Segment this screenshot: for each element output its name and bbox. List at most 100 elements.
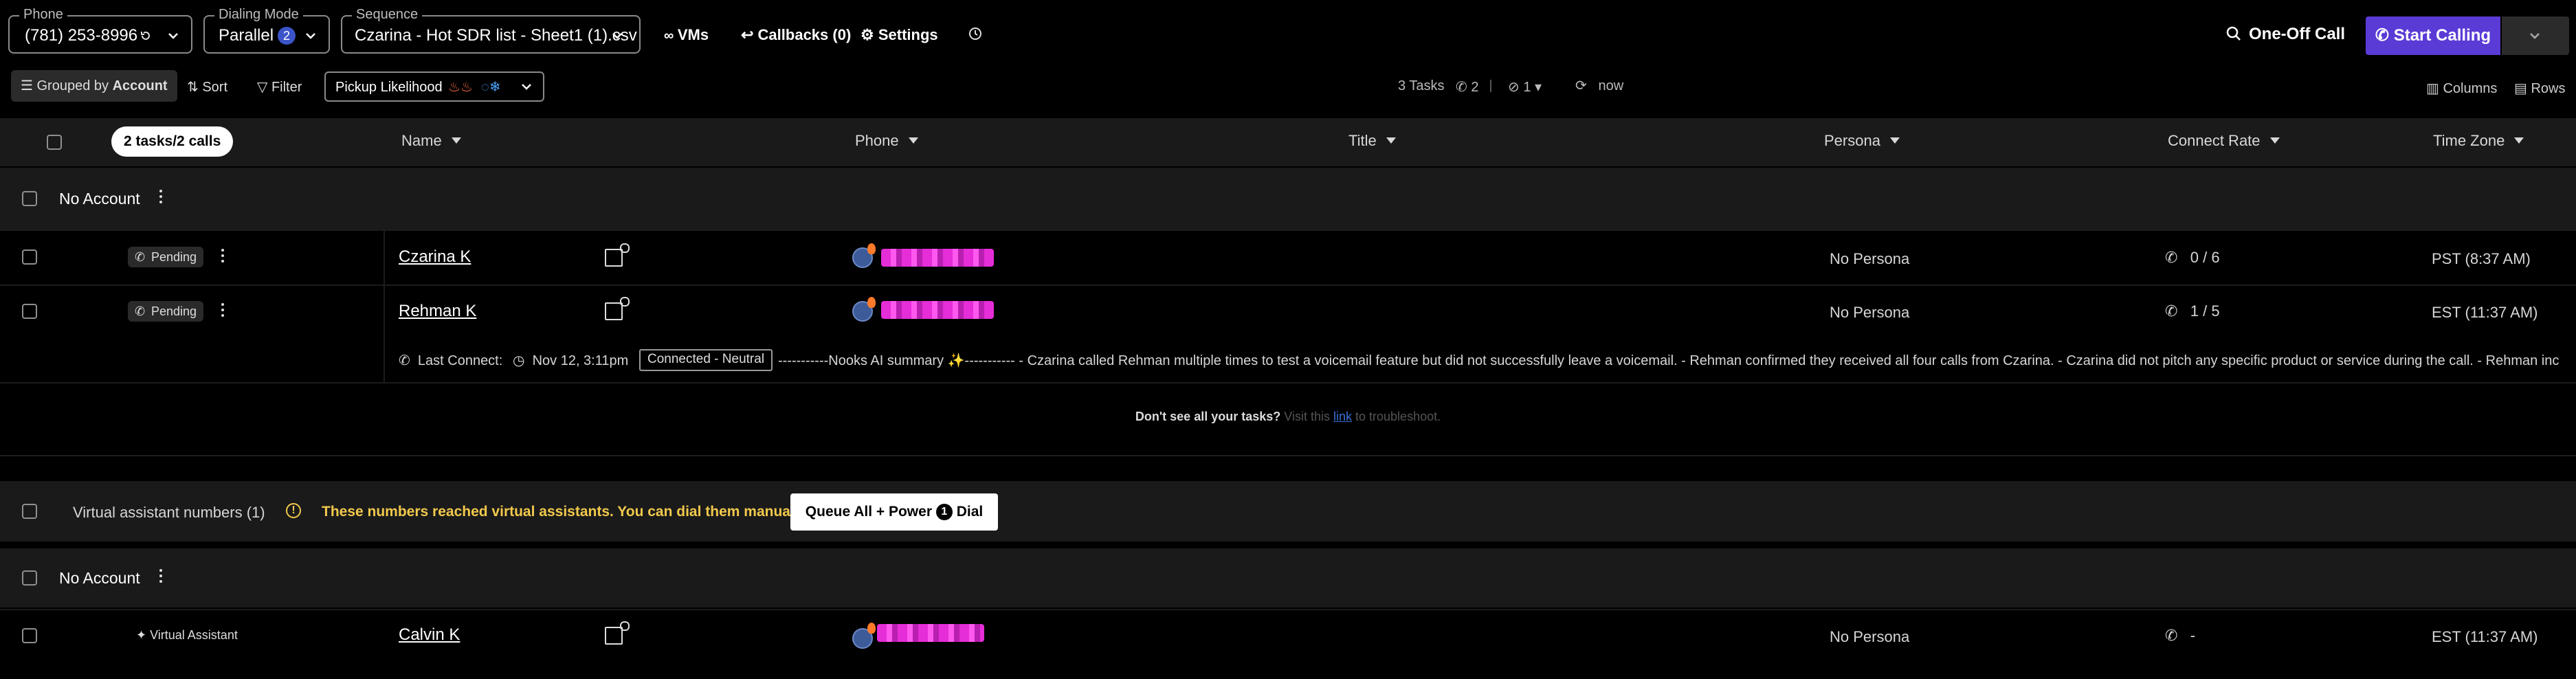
hidden-count-select[interactable]: ⊘ 1 ▾ bbox=[1508, 78, 1542, 96]
header-time-zone[interactable]: Time Zone bbox=[2433, 132, 2524, 150]
phone-number-redacted[interactable] bbox=[881, 301, 994, 319]
filter-button[interactable]: ▽ Filter bbox=[257, 78, 302, 96]
settings-icon: ⚙ bbox=[860, 26, 878, 43]
time-zone-cell: PST (8:37 AM) bbox=[2432, 250, 2531, 267]
phone-icon: ✆ bbox=[2375, 26, 2394, 45]
one-off-call-button[interactable]: One-Off Call bbox=[2225, 25, 2345, 44]
clock-icon: ◷ bbox=[513, 353, 529, 368]
row-checkbox[interactable] bbox=[22, 249, 37, 265]
group-checkbox[interactable] bbox=[22, 191, 37, 206]
phone-small-icon: ✆ bbox=[1456, 80, 1472, 95]
divider bbox=[1490, 80, 1491, 92]
fire-icon bbox=[867, 297, 876, 308]
phone-number-redacted[interactable] bbox=[881, 249, 994, 267]
sequence-select[interactable]: Sequence Czarina - Hot SDR list - Sheet1… bbox=[341, 7, 641, 54]
row-menu-icon[interactable] bbox=[221, 249, 224, 265]
group-checkbox[interactable] bbox=[22, 570, 37, 586]
header-phone[interactable]: Phone bbox=[855, 132, 918, 150]
dialing-mode-select[interactable]: Dialing Mode Parallel 2 bbox=[203, 7, 330, 54]
phone-small-icon: ✆ bbox=[2165, 249, 2182, 266]
last-connect-label: ✆ Last Connect: bbox=[399, 353, 503, 368]
list-icon: ☰ bbox=[21, 78, 37, 93]
row-checkbox[interactable] bbox=[22, 304, 37, 319]
tasks-count: 3 Tasks bbox=[1398, 78, 1445, 93]
phone-small-icon: ✆ bbox=[2165, 627, 2182, 644]
select-all-checkbox[interactable] bbox=[47, 135, 62, 150]
header-name[interactable]: Name bbox=[401, 132, 461, 150]
header-connect-rate[interactable]: Connect Rate bbox=[2168, 132, 2280, 150]
fire-icon bbox=[867, 243, 876, 254]
chevron-down-icon bbox=[612, 33, 622, 39]
va-section-checkbox[interactable] bbox=[22, 504, 37, 519]
pickup-likelihood-label: Pickup Likelihood bbox=[335, 80, 443, 95]
contact-name-link[interactable]: Calvin K bbox=[399, 625, 460, 645]
search-icon bbox=[2226, 26, 2241, 41]
phone-select[interactable]: Phone (781) 253-8996 bbox=[8, 7, 192, 54]
phone-small-icon: ✆ bbox=[135, 250, 146, 264]
fire-icon bbox=[867, 623, 876, 634]
missing-tasks-notice: Don't see all your tasks? Visit this lin… bbox=[1135, 410, 1441, 423]
tasks-summary-pill: 2 tasks/2 calls bbox=[111, 126, 234, 157]
header-title[interactable]: Title bbox=[1348, 132, 1396, 150]
refresh-button[interactable]: ⟳ now bbox=[1575, 77, 1623, 94]
phone-legend: Phone bbox=[19, 7, 67, 23]
connect-rate-cell: ✆ 0 / 6 bbox=[2165, 249, 2220, 266]
call-icon: ✆ bbox=[399, 353, 414, 368]
contact-name-link[interactable]: Czarina K bbox=[399, 247, 471, 267]
refresh-small-icon bbox=[141, 32, 150, 40]
chevron-down-icon bbox=[168, 33, 178, 39]
persona-cell: No Persona bbox=[1830, 628, 1910, 645]
group-menu-icon[interactable] bbox=[159, 190, 162, 206]
row-checkbox[interactable] bbox=[22, 628, 37, 643]
columns-button[interactable]: ▥ Columns bbox=[2426, 80, 2497, 97]
group-menu-icon[interactable] bbox=[159, 569, 162, 586]
sequence-value: Czarina - Hot SDR list - Sheet1 (1).csv bbox=[355, 26, 637, 45]
rows-button[interactable]: ▤ Rows bbox=[2514, 80, 2565, 97]
phone-value: (781) 253-8996 bbox=[25, 26, 138, 45]
status-badge: ✆ Pending bbox=[128, 247, 204, 267]
group-header bbox=[0, 168, 2576, 230]
company-search-icon[interactable] bbox=[605, 621, 630, 645]
queue-all-power-dial-button[interactable]: Queue All + Power 1 Dial bbox=[790, 493, 998, 531]
calls-count: ✆ 2 bbox=[1456, 80, 1479, 95]
time-zone-cell: EST (11:37 AM) bbox=[2432, 628, 2538, 645]
phone-small-icon: ✆ bbox=[135, 304, 146, 318]
call-outcome-badge: Connected - Neutral bbox=[639, 349, 773, 371]
va-section-label: Virtual assistant numbers (1) bbox=[73, 504, 265, 521]
rows-icon: ▤ bbox=[2514, 81, 2531, 96]
status-badge: ✆ Pending bbox=[128, 301, 204, 322]
phone-number-redacted[interactable] bbox=[877, 624, 984, 642]
sequence-legend: Sequence bbox=[352, 7, 423, 23]
pickup-likelihood-select[interactable]: Pickup Likelihood ♨♨ ◌❄ bbox=[324, 71, 544, 102]
settings-button[interactable]: ⚙ Settings bbox=[860, 26, 938, 44]
filter-icon: ▽ bbox=[257, 80, 271, 95]
snowflake-icons: ◌❄ bbox=[481, 80, 501, 95]
dialing-mode-value: Parallel 2 bbox=[219, 26, 296, 45]
history-icon bbox=[969, 27, 981, 40]
va-status-label: ✦ Virtual Assistant bbox=[136, 628, 238, 642]
group-label: No Account bbox=[59, 569, 140, 587]
start-calling-menu-button[interactable] bbox=[2502, 16, 2569, 55]
history-button[interactable] bbox=[968, 26, 983, 45]
start-calling-button[interactable]: ✆ Start Calling bbox=[2366, 16, 2500, 55]
company-search-icon[interactable] bbox=[605, 297, 630, 320]
callbacks-button[interactable]: ↩ Callbacks (0) bbox=[741, 26, 851, 44]
last-connect-date: ◷ Nov 12, 3:11pm bbox=[513, 353, 629, 368]
sparkle-icon: ✦ bbox=[136, 628, 151, 642]
vms-button[interactable]: ∞ VMs bbox=[664, 26, 709, 44]
persona-cell: No Persona bbox=[1830, 250, 1910, 267]
contact-name-link[interactable]: Rehman K bbox=[399, 302, 476, 321]
power-dial-count-badge: 1 bbox=[935, 504, 953, 520]
group-by-button[interactable]: ☰ Grouped by Account bbox=[11, 70, 177, 102]
sort-button[interactable]: ⇅ Sort bbox=[187, 78, 227, 96]
company-search-icon[interactable] bbox=[605, 243, 630, 267]
parallel-count-badge: 2 bbox=[278, 27, 296, 45]
time-zone-cell: EST (11:37 AM) bbox=[2432, 304, 2538, 321]
troubleshoot-link[interactable]: link bbox=[1333, 410, 1352, 423]
header-persona[interactable]: Persona bbox=[1824, 132, 1900, 150]
eye-off-icon: ⊘ bbox=[1508, 80, 1524, 95]
ai-summary-text: -----------Nooks AI summary ✨-----------… bbox=[778, 353, 2560, 368]
row-menu-icon[interactable] bbox=[221, 303, 224, 320]
va-group-header bbox=[0, 548, 2576, 608]
chevron-down-icon bbox=[522, 84, 531, 90]
